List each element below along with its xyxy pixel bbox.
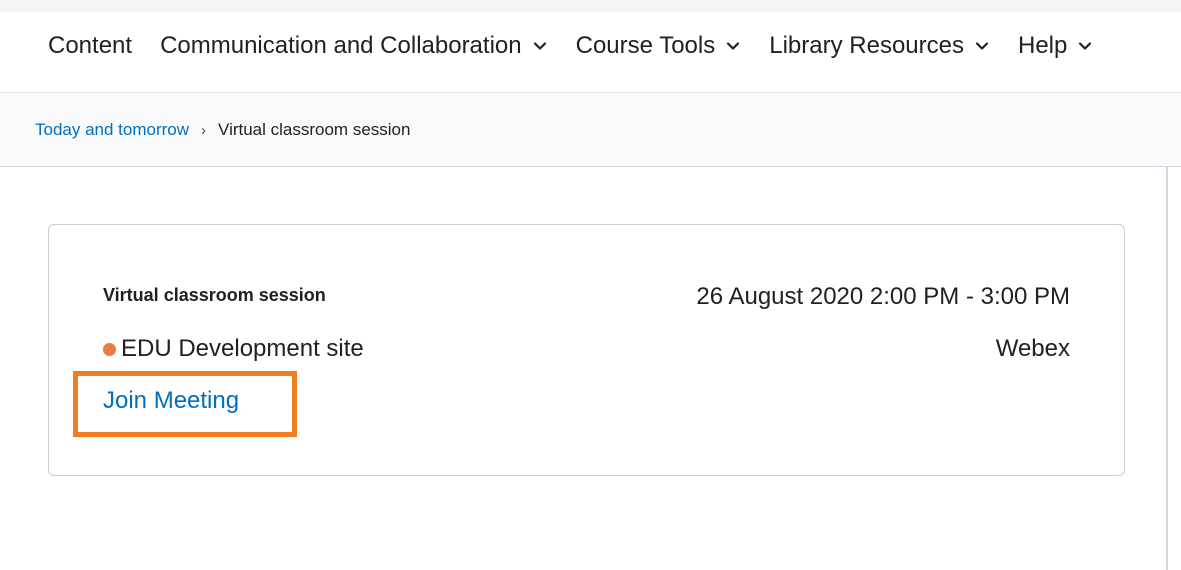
breadcrumb-link-today[interactable]: Today and tomorrow <box>35 120 189 140</box>
chevron-down-icon <box>532 38 548 54</box>
nav-item-label: Help <box>1018 32 1068 59</box>
nav-item-course-tools[interactable]: Course Tools <box>576 32 742 60</box>
nav-item-content[interactable]: Content <box>48 32 132 60</box>
event-org: EDU Development site <box>103 335 364 363</box>
event-org-label: EDU Development site <box>121 335 364 362</box>
chevron-down-icon <box>1077 38 1093 54</box>
breadcrumb-current: Virtual classroom session <box>218 120 411 139</box>
join-meeting-link[interactable]: Join Meeting <box>103 387 239 415</box>
event-provider: Webex <box>995 335 1070 362</box>
chevron-down-icon <box>974 38 990 54</box>
chevron-down-icon <box>725 38 741 54</box>
breadcrumb-separator-icon: › <box>201 121 207 139</box>
nav-items: Content Communication and Collaboration … <box>48 32 1121 60</box>
page: Content Communication and Collaboration … <box>0 0 1181 570</box>
event-time: 26 August 2020 2:00 PM - 3:00 PM <box>696 283 1070 310</box>
event-card: Virtual classroom session 26 August 2020… <box>48 224 1125 476</box>
nav-item-label: Content <box>48 32 133 59</box>
nav-item-label: Communication and Collaboration <box>160 32 522 59</box>
nav-item-label: Library Resources <box>769 32 964 59</box>
nav-item-library-resources[interactable]: Library Resources <box>769 32 990 60</box>
org-color-dot-icon <box>103 342 116 356</box>
breadcrumb-bar: Today and tomorrow › Virtual classroom s… <box>0 92 1181 167</box>
breadcrumb: Today and tomorrow › Virtual classroom s… <box>35 120 410 140</box>
nav-item-communication[interactable]: Communication and Collaboration <box>160 32 548 60</box>
nav-item-label: Course Tools <box>575 32 716 59</box>
top-navigation: Content Communication and Collaboration … <box>0 0 1181 92</box>
nav-item-help[interactable]: Help <box>1018 32 1093 60</box>
scroll-divider <box>1166 167 1168 570</box>
event-title: Virtual classroom session <box>103 285 326 305</box>
